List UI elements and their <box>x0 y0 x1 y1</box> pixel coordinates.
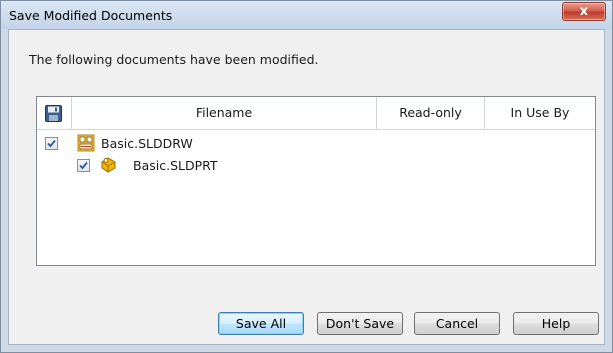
cancel-button[interactable]: Cancel <box>414 312 500 335</box>
save-column-header[interactable] <box>37 97 72 129</box>
readonly-column-header[interactable]: Read-only <box>377 97 485 129</box>
modified-message: The following documents have been modifi… <box>29 52 319 67</box>
drawing-icon <box>77 134 95 152</box>
title-bar[interactable]: Save Modified Documents x <box>1 1 612 29</box>
window-title: Save Modified Documents <box>9 8 173 23</box>
dont-save-button[interactable]: Don't Save <box>317 312 403 335</box>
documents-table: Filename Read-only In Use By Basic.SLDDR… <box>36 96 596 266</box>
part-icon <box>101 157 116 173</box>
save-all-button[interactable]: Save All <box>218 312 304 335</box>
filename-text: Basic.SLDPRT <box>133 158 218 173</box>
table-header: Filename Read-only In Use By <box>37 97 595 130</box>
save-icon <box>45 105 62 122</box>
row-checkbox[interactable] <box>77 159 90 172</box>
inuseby-column-header[interactable]: In Use By <box>485 97 595 129</box>
help-button[interactable]: Help <box>513 312 599 335</box>
checkmark-icon <box>47 139 56 148</box>
table-row[interactable]: Basic.SLDPRT <box>37 155 595 177</box>
filename-column-header[interactable]: Filename <box>72 97 377 129</box>
row-checkbox[interactable] <box>45 137 58 150</box>
close-button[interactable]: x <box>562 2 606 21</box>
dialog-window: Save Modified Documents x The following … <box>0 0 613 353</box>
checkmark-icon <box>79 161 88 170</box>
filename-text: Basic.SLDDRW <box>101 136 193 151</box>
table-row[interactable]: Basic.SLDDRW <box>37 133 595 155</box>
